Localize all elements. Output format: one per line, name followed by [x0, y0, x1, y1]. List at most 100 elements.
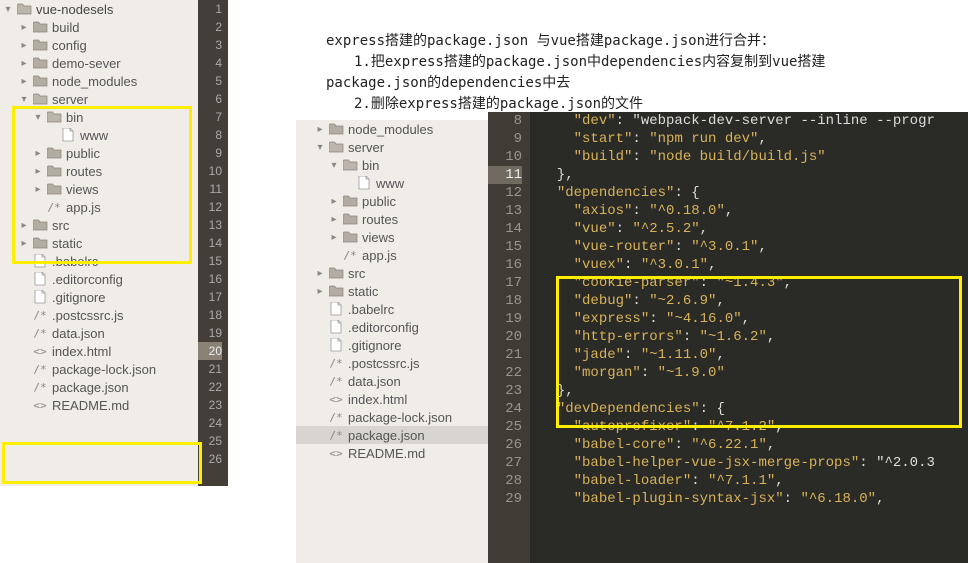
tree-item-public[interactable]: ▸ public [0, 144, 198, 162]
expand-arrow-icon[interactable]: ▾ [32, 109, 44, 126]
tree-item-readmemd[interactable]: <>README.md [0, 396, 198, 414]
expand-arrow-icon[interactable]: ▸ [314, 265, 326, 282]
code-line: "debug": "~2.6.9", [540, 292, 968, 310]
tree-item-demosever[interactable]: ▸ demo-sever [0, 54, 198, 72]
tree-item-views[interactable]: ▸ views [0, 180, 198, 198]
tree-item-label: src [348, 265, 365, 282]
tree-item-readmemd[interactable]: <>README.md [296, 444, 488, 462]
expand-arrow-icon[interactable]: ▸ [32, 163, 44, 180]
folder-open-icon [46, 111, 62, 123]
tree-item-label: public [362, 193, 396, 210]
html-icon: <> [32, 397, 48, 414]
expand-arrow-icon[interactable]: ▸ [18, 73, 30, 90]
folder-icon [328, 285, 344, 297]
code-line-number: 13 [488, 202, 522, 220]
tree-item-bin[interactable]: ▾ bin [0, 108, 198, 126]
expand-arrow-icon[interactable]: ▸ [32, 145, 44, 162]
line-number: 17 [198, 288, 222, 306]
expand-arrow-icon[interactable]: ▸ [328, 193, 340, 210]
tree-root[interactable]: ▾ vue-nodesels [0, 0, 198, 18]
expand-arrow-icon[interactable]: ▾ [328, 157, 340, 174]
expand-arrow-icon[interactable]: ▸ [18, 55, 30, 72]
tree-item-packagelockjson[interactable]: /*package-lock.json [296, 408, 488, 426]
line-number: 14 [198, 234, 222, 252]
tree-item-datajson[interactable]: /*data.json [0, 324, 198, 342]
folder-icon [32, 75, 48, 87]
tree-item-packagelockjson[interactable]: /*package-lock.json [0, 360, 198, 378]
tree-item-gitignore[interactable]: .gitignore [0, 288, 198, 306]
file-icon [60, 128, 76, 142]
tree-item-indexhtml[interactable]: <>index.html [0, 342, 198, 360]
tree-item-label: package.json [348, 427, 425, 444]
expand-arrow-icon[interactable]: ▸ [314, 121, 326, 138]
tree-item-routes[interactable]: ▸ routes [296, 210, 488, 228]
tree-item-appjs[interactable]: /*app.js [0, 198, 198, 216]
tree-item-src[interactable]: ▸ src [296, 264, 488, 282]
folder-open-icon [32, 93, 48, 105]
expand-arrow-icon[interactable]: ▾ [2, 1, 14, 18]
file-tree-middle[interactable]: ▸ node_modules▾ server▾ bin www▸ public▸… [296, 120, 488, 462]
tree-item-www[interactable]: www [0, 126, 198, 144]
code-editor[interactable]: 8910111213141516171819202122232425262728… [488, 112, 968, 563]
tree-item-label: package-lock.json [348, 409, 452, 426]
expand-arrow-icon[interactable]: ▾ [18, 91, 30, 108]
tree-item-postcssrcjs[interactable]: /*.postcssrc.js [296, 354, 488, 372]
code-line-number: 29 [488, 490, 522, 508]
expand-arrow-icon[interactable]: ▸ [18, 235, 30, 252]
tree-item-routes[interactable]: ▸ routes [0, 162, 198, 180]
tree-item-nodemodules[interactable]: ▸ node_modules [0, 72, 198, 90]
folder-icon [32, 57, 48, 69]
code-line: "vuex": "^3.0.1", [540, 256, 968, 274]
expand-arrow-icon[interactable]: ▸ [328, 229, 340, 246]
tree-item-appjs[interactable]: /*app.js [296, 246, 488, 264]
expand-arrow-icon[interactable]: ▸ [328, 211, 340, 228]
expand-arrow-icon[interactable]: ▾ [314, 139, 326, 156]
tree-item-editorconfig[interactable]: .editorconfig [296, 318, 488, 336]
tree-item-www[interactable]: www [296, 174, 488, 192]
tree-item-packagejson[interactable]: /*package.json [0, 378, 198, 396]
code-line-number: 11 [488, 166, 522, 184]
tree-item-bin[interactable]: ▾ bin [296, 156, 488, 174]
line-number: 16 [198, 270, 222, 288]
tree-item-indexhtml[interactable]: <>index.html [296, 390, 488, 408]
js-icon: /* [328, 355, 344, 372]
js-icon: /* [32, 325, 48, 342]
tree-item-config[interactable]: ▸ config [0, 36, 198, 54]
line-number: 19 [198, 324, 222, 342]
tree-item-nodemodules[interactable]: ▸ node_modules [296, 120, 488, 138]
tree-item-server[interactable]: ▾ server [0, 90, 198, 108]
expand-arrow-icon[interactable]: ▸ [314, 283, 326, 300]
expand-arrow-icon[interactable]: ▸ [18, 217, 30, 234]
tree-item-label: data.json [348, 373, 401, 390]
tree-item-static[interactable]: ▸ static [0, 234, 198, 252]
tree-item-datajson[interactable]: /*data.json [296, 372, 488, 390]
tree-item-src[interactable]: ▸ src [0, 216, 198, 234]
file-icon [32, 254, 48, 268]
file-icon [328, 302, 344, 316]
file-tree-left[interactable]: ▾ vue-nodesels▸ build▸ config▸ demo-seve… [0, 0, 198, 414]
code-line: "express": "~4.16.0", [540, 310, 968, 328]
tree-item-views[interactable]: ▸ views [296, 228, 488, 246]
tree-item-packagejson[interactable]: /*package.json [296, 426, 488, 444]
code-body[interactable]: "dev": "webpack-dev-server --inline --pr… [530, 112, 968, 508]
tree-item-build[interactable]: ▸ build [0, 18, 198, 36]
tree-item-babelrc[interactable]: .babelrc [296, 300, 488, 318]
tree-item-babelrc[interactable]: .babelrc [0, 252, 198, 270]
tree-item-label: app.js [362, 247, 397, 264]
line-number: 18 [198, 306, 222, 324]
expand-arrow-icon[interactable]: ▸ [32, 181, 44, 198]
line-number: 26 [198, 450, 222, 468]
code-line-number: 18 [488, 292, 522, 310]
tree-item-gitignore[interactable]: .gitignore [296, 336, 488, 354]
file-icon [356, 176, 372, 190]
expand-arrow-icon[interactable]: ▸ [18, 19, 30, 36]
expand-arrow-icon[interactable]: ▸ [18, 37, 30, 54]
code-line: "babel-helper-vue-jsx-merge-props": "^2.… [540, 454, 968, 472]
tree-item-label: .gitignore [52, 289, 105, 306]
tree-item-static[interactable]: ▸ static [296, 282, 488, 300]
tree-item-server[interactable]: ▾ server [296, 138, 488, 156]
tree-item-postcssrcjs[interactable]: /*.postcssrc.js [0, 306, 198, 324]
tree-item-public[interactable]: ▸ public [296, 192, 488, 210]
tree-item-editorconfig[interactable]: .editorconfig [0, 270, 198, 288]
tree-item-label: public [66, 145, 100, 162]
